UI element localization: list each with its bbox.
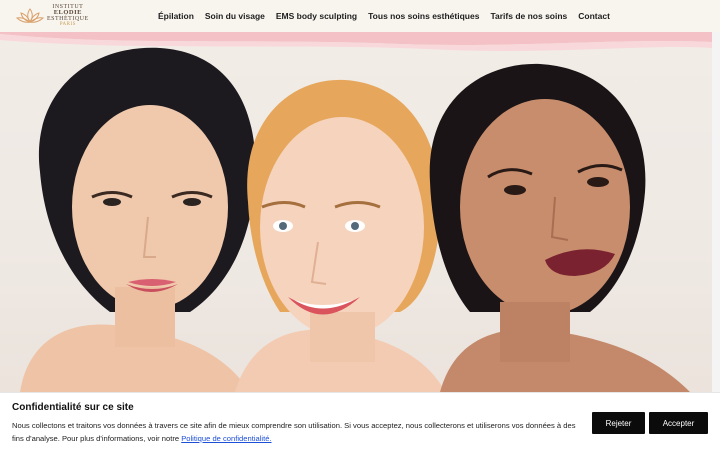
cookie-message-text: Nous collectons et traitons vos données … [12, 421, 576, 443]
logo-wordmark: INSTITUT ELODIE ESTHÉTIQUE PARIS [47, 4, 89, 28]
page-scrollbar[interactable] [712, 32, 720, 392]
privacy-policy-link[interactable]: Politique de confidentialité. [181, 434, 271, 443]
nav-soin-visage[interactable]: Soin du visage [205, 11, 265, 21]
nav-contact[interactable]: Contact [578, 11, 610, 21]
nav-tarifs[interactable]: Tarifs de nos soins [490, 11, 567, 21]
accept-button[interactable]: Accepter [649, 412, 708, 434]
logo-line-4: PARIS [59, 22, 76, 27]
main-nav: Épilation Soin du visage EMS body sculpt… [158, 0, 621, 32]
site-logo[interactable]: INSTITUT ELODIE ESTHÉTIQUE PARIS [16, 4, 91, 28]
cookie-title: Confidentialité sur ce site [12, 402, 134, 413]
nav-ems-body-sculpting[interactable]: EMS body sculpting [276, 11, 357, 21]
lotus-icon [16, 8, 44, 23]
cookie-message: Nous collectons et traitons vos données … [12, 419, 587, 445]
site-header: INSTITUT ELODIE ESTHÉTIQUE PARIS Épilati… [0, 0, 720, 32]
nav-epilation[interactable]: Épilation [158, 11, 194, 21]
reject-button[interactable]: Rejeter [592, 412, 645, 434]
cookie-banner: Confidentialité sur ce site Nous collect… [0, 392, 720, 450]
hero-banner [0, 32, 712, 392]
hero-photo [0, 32, 712, 392]
nav-tous-soins[interactable]: Tous nos soins esthétiques [368, 11, 479, 21]
